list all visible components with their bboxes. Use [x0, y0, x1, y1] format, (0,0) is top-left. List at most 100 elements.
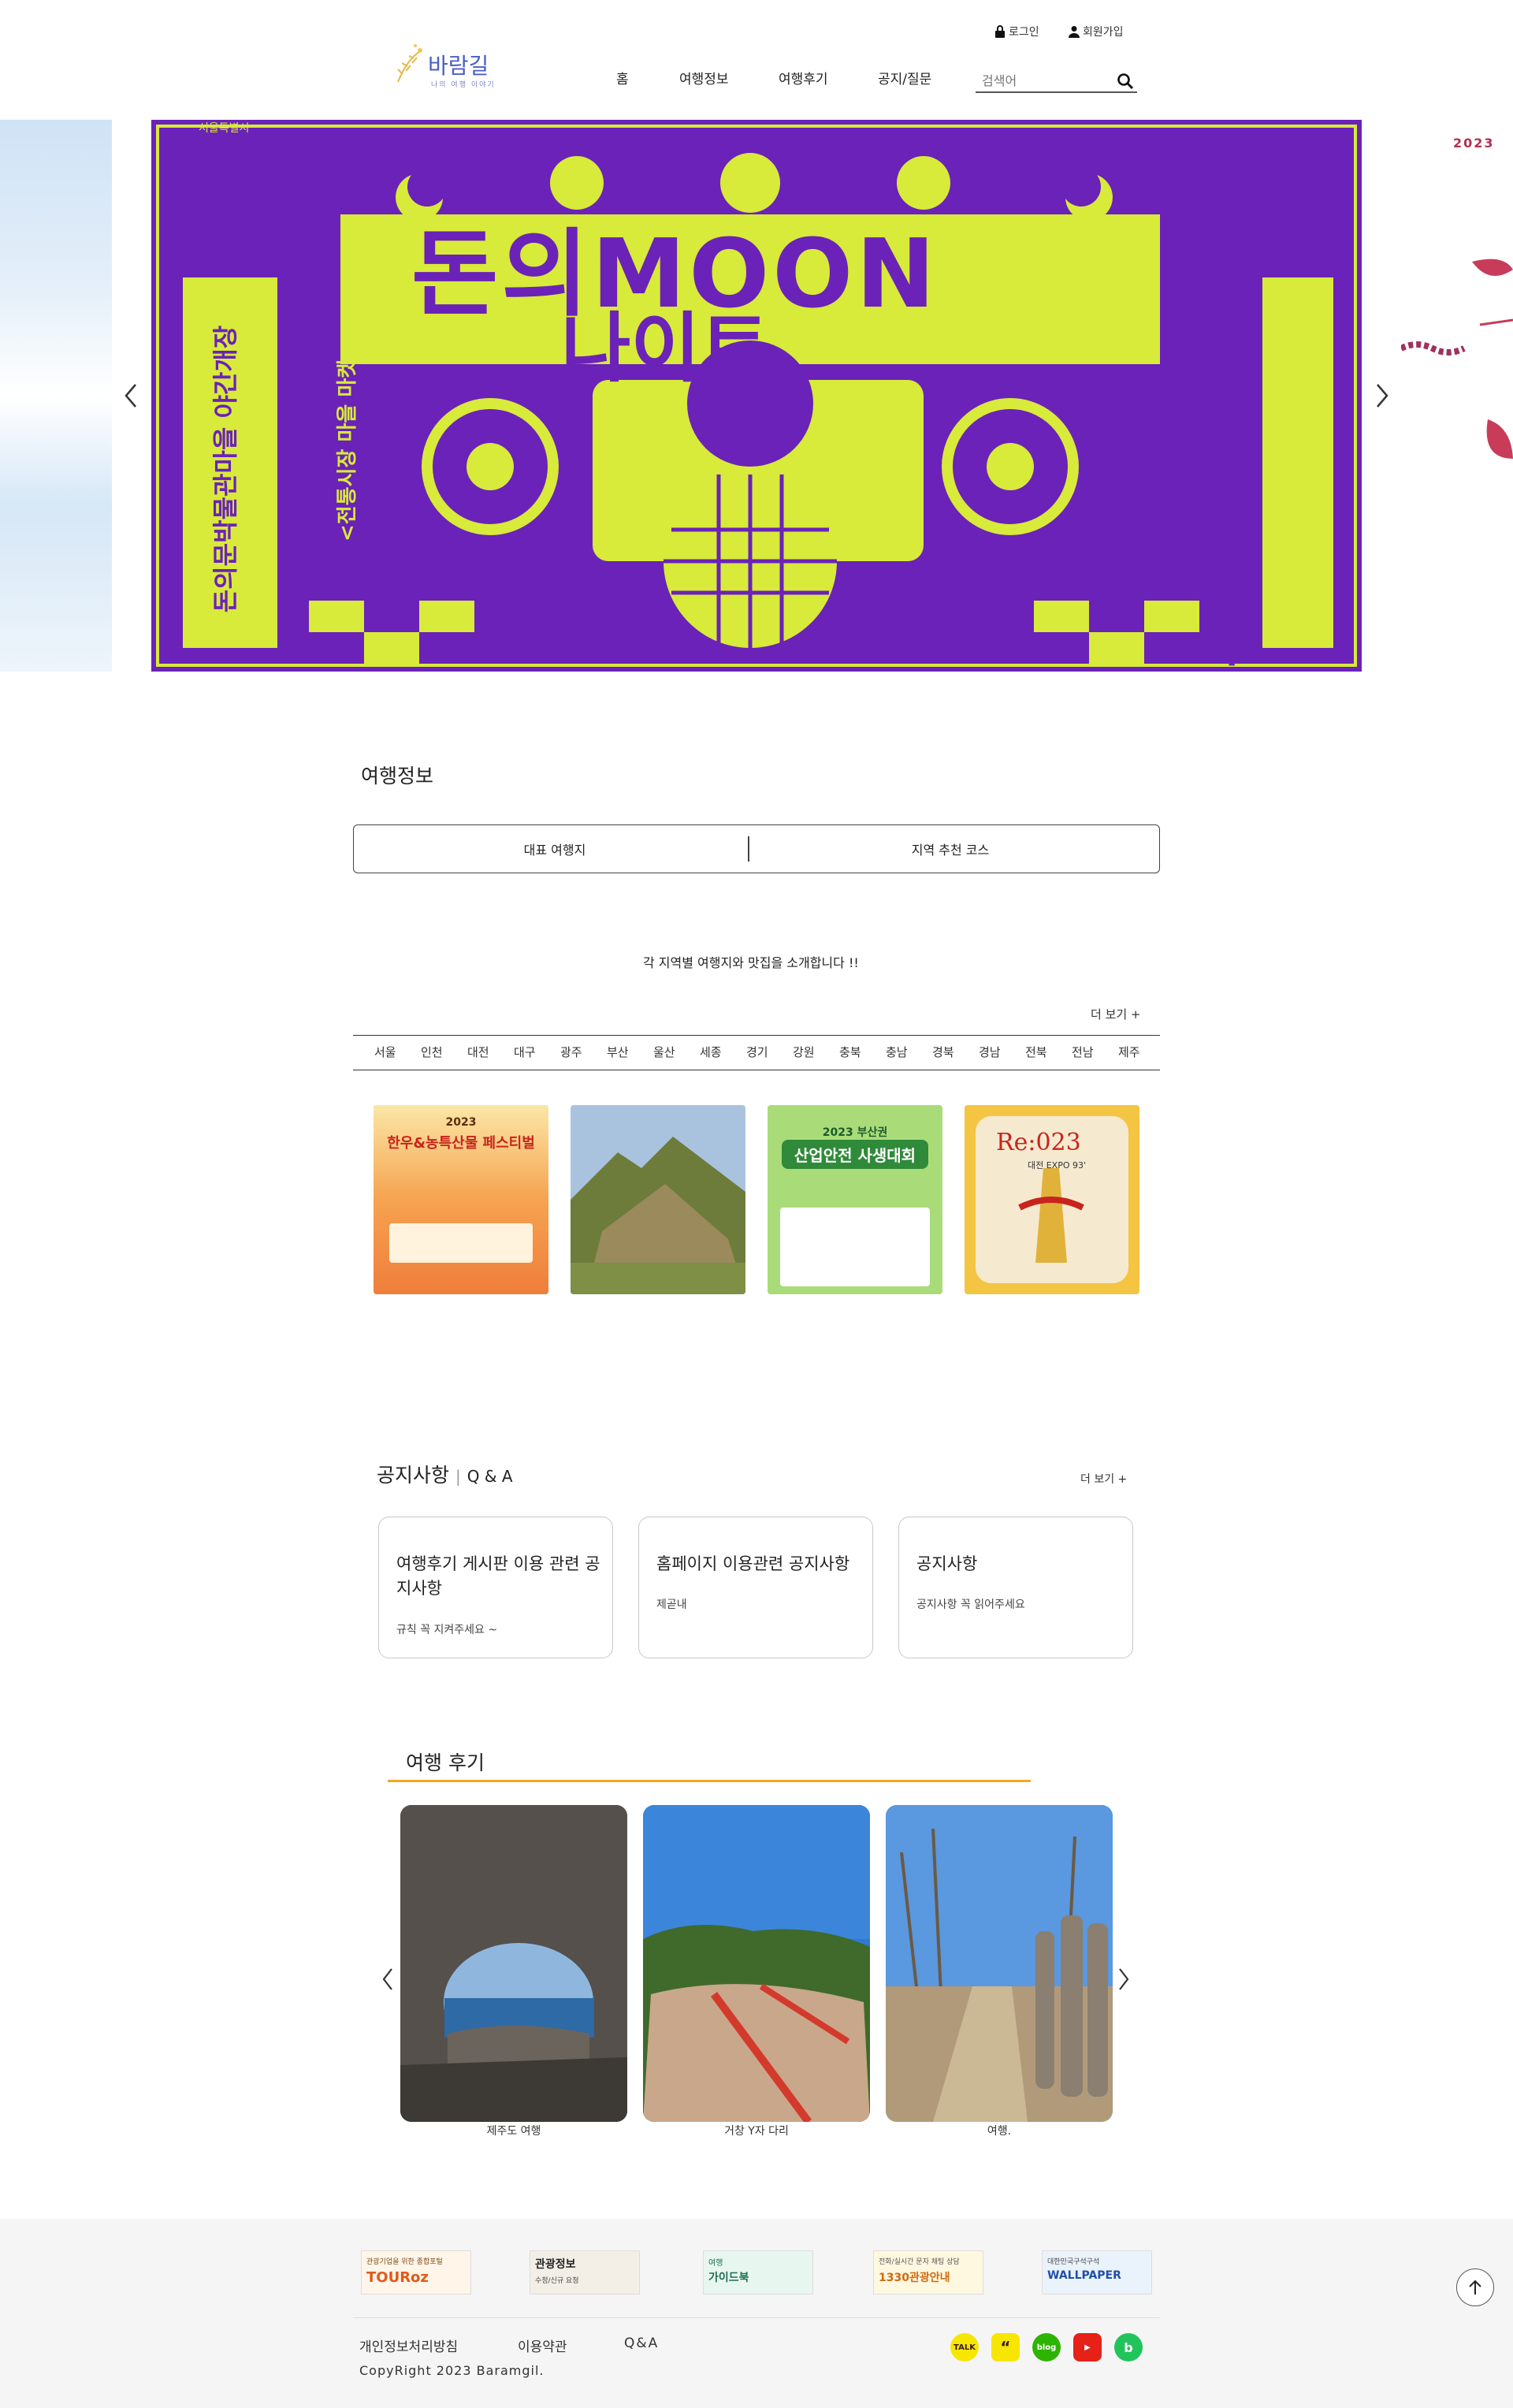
terms-link[interactable]: 이용약관 — [518, 2335, 567, 2355]
tab-featured-destinations[interactable]: 대표 여행지 — [354, 825, 756, 873]
banner-left-text: 돈의문박물관마을 야간개장 — [210, 325, 241, 613]
region-incheon[interactable]: 인천 — [421, 1044, 443, 1060]
site-footer: 관광기업을 위한 종합포털 TOURoz 관광정보 수정/신규 요청 여행 가이… — [0, 2219, 1513, 2408]
travel-info-more-link[interactable]: 더 보기 + — [1091, 1006, 1141, 1022]
banner-subtitle: <전통시장 마을 마켓> — [336, 341, 360, 542]
search-input[interactable] — [976, 71, 1110, 90]
review-1-photo — [400, 1805, 627, 2122]
destination-thumb-3[interactable]: 2023 부산권 산업안전 사생대회 — [768, 1105, 942, 1294]
destination-thumb-2[interactable] — [571, 1105, 745, 1294]
travel-info-intro: 각 지역별 여행지와 맛집을 소개합니다 !! — [643, 955, 859, 970]
notice-separator: | — [455, 1467, 461, 1486]
review-card-2[interactable] — [643, 1805, 870, 2122]
logo-text: 바람길 — [428, 53, 489, 79]
thumb-4-subtitle: 대전 EXPO 93' — [1028, 1160, 1087, 1171]
banner-slide[interactable]: 돈의MOON 나이트 2023.05.27.Sat. 18:00-22:00 돈… — [151, 120, 1362, 672]
notice-card-2[interactable]: 홈페이지 이용관련 공지사항 제곧내 — [638, 1517, 873, 1658]
site-header: 로그인 회원가입 바람길 나의 여행 이야기 홈 여행정보 여행후기 공지/질문 — [0, 0, 1513, 118]
region-gwangju[interactable]: 광주 — [560, 1044, 582, 1060]
footer-banner-tour-info-request[interactable]: 관광정보 수정/신규 요청 — [530, 2250, 640, 2294]
region-chungbuk[interactable]: 충북 — [839, 1044, 861, 1060]
review-card-3[interactable] — [886, 1805, 1113, 2122]
signup-link[interactable]: 회원가입 — [1069, 24, 1124, 39]
search-box — [976, 71, 1137, 93]
reviews-next-arrow-icon[interactable] — [1116, 1966, 1132, 1993]
footer-banner-touraz[interactable]: 관광기업을 위한 종합포털 TOURoz — [361, 2250, 471, 2294]
reviews-prev-arrow-icon[interactable] — [380, 1966, 396, 1993]
region-jeonbuk[interactable]: 전북 — [1025, 1044, 1047, 1060]
review-2-photo — [643, 1805, 870, 2122]
thumb-3-details — [780, 1208, 930, 1286]
notice-title[interactable]: 공지사항 — [377, 1460, 449, 1488]
region-daejeon[interactable]: 대전 — [467, 1044, 489, 1060]
notice-card-2-title: 홈페이지 이용관련 공지사항 — [656, 1554, 850, 1573]
nav-home[interactable]: 홈 — [616, 68, 629, 87]
review-2-caption: 거창 Y자 다리 — [724, 2125, 789, 2138]
banner-prev-arrow-icon[interactable] — [120, 380, 143, 411]
notice-card-1[interactable]: 여행후기 게시판 이용 관련 공지사항 규칙 꼭 지켜주세요 ~ — [378, 1517, 613, 1658]
next-slide-art — [1401, 259, 1513, 459]
footer-banner-3-line2: 가이드북 — [708, 2272, 749, 2284]
region-jeonnam[interactable]: 전남 — [1072, 1044, 1094, 1060]
footer-banner-4-line2: 1330관광안내 — [879, 2272, 950, 2284]
region-daegu[interactable]: 대구 — [514, 1044, 536, 1060]
destination-thumb-1[interactable]: 2023 한우&농특산물 페스티벌 — [374, 1105, 548, 1294]
youtube-label: ▶ — [1084, 2343, 1091, 2352]
band-label: b — [1124, 2339, 1133, 2355]
login-link[interactable]: 로그인 — [994, 24, 1039, 39]
scroll-to-top-button[interactable] — [1456, 2268, 1494, 2306]
thumb-1-year: 2023 — [445, 1116, 477, 1129]
banner-title-line2: 나이트 — [561, 304, 770, 393]
review-card-1[interactable] — [400, 1805, 627, 2122]
region-gyeonggi[interactable]: 경기 — [746, 1044, 768, 1060]
banner-next-arrow-icon[interactable] — [1370, 380, 1393, 411]
region-gangwon[interactable]: 강원 — [793, 1044, 815, 1060]
tab-featured-label: 대표 여행지 — [523, 843, 586, 858]
nav-travel-info[interactable]: 여행정보 — [679, 68, 729, 87]
privacy-policy-link[interactable]: 개인정보처리방침 — [359, 2335, 458, 2355]
footer-banner-1-line1: 관광기업을 위한 종합포털 — [366, 2258, 443, 2266]
band-icon[interactable]: b — [1114, 2333, 1143, 2361]
kakao-story-icon[interactable]: “ — [991, 2333, 1020, 2361]
region-gyeongbuk[interactable]: 경북 — [932, 1044, 954, 1060]
region-chungnam[interactable]: 충남 — [886, 1044, 908, 1060]
thumb-3-year: 2023 부산권 — [822, 1126, 888, 1139]
tab-regional-label: 지역 추천 코스 — [911, 843, 990, 858]
region-busan[interactable]: 부산 — [607, 1044, 629, 1060]
search-icon[interactable] — [1117, 73, 1134, 90]
travel-info-tabs: 대표 여행지 지역 추천 코스 — [353, 824, 1160, 873]
youtube-icon[interactable]: ▶ — [1073, 2333, 1102, 2361]
footer-banner-wallpaper[interactable]: 대한민국구석구석 WALLPAPER — [1042, 2250, 1152, 2294]
region-gyeongnam[interactable]: 경남 — [979, 1044, 1001, 1060]
notice-card-3-title: 공지사항 — [916, 1554, 978, 1573]
notice-card-1-title: 여행후기 게시판 이용 관련 공지사항 — [396, 1554, 600, 1598]
next-slide-label: 2023 — [1453, 136, 1495, 151]
site-logo[interactable]: 바람길 나의 여행 이야기 — [392, 35, 518, 98]
tab-regional-courses[interactable]: 지역 추천 코스 — [749, 825, 1151, 873]
nav-travel-review[interactable]: 여행후기 — [779, 68, 828, 87]
region-ulsan[interactable]: 울산 — [653, 1044, 675, 1060]
review-3-caption: 여행. — [987, 2125, 1012, 2138]
notice-more-link[interactable]: 더 보기 + — [1080, 1471, 1127, 1487]
nav-notice-qa[interactable]: 공지/질문 — [878, 68, 931, 87]
qa-title[interactable]: Q & A — [467, 1467, 513, 1486]
region-jeju[interactable]: 제주 — [1118, 1044, 1140, 1060]
notice-card-3[interactable]: 공지사항 공지사항 꼭 읽어주세요 — [898, 1517, 1133, 1658]
footer-qa-link[interactable]: Q&A — [624, 2335, 659, 2351]
notice-card-1-sub: 규칙 꼭 지켜주세요 ~ — [396, 1624, 498, 1636]
destination-thumb-4[interactable]: Re:023 대전 EXPO 93' — [965, 1105, 1139, 1294]
thumb-1-photos — [389, 1223, 533, 1263]
kakaotalk-icon[interactable]: TALK — [950, 2333, 979, 2361]
user-icon — [1069, 26, 1080, 38]
footer-banner-1330[interactable]: 전화/실시간 문자 채팅 상담 1330관광안내 — [873, 2250, 983, 2294]
lock-icon — [995, 25, 1005, 38]
footer-banner-guidebook[interactable]: 여행 가이드북 — [703, 2250, 813, 2294]
region-seoul[interactable]: 서울 — [374, 1044, 396, 1060]
footer-banner-1-line2: TOURoz — [366, 2269, 429, 2286]
kakaotalk-label: TALK — [954, 2343, 976, 2352]
naver-blog-icon[interactable]: blog — [1032, 2333, 1061, 2361]
region-sejong[interactable]: 세종 — [700, 1044, 722, 1060]
footer-banner-3-line1: 여행 — [708, 2259, 723, 2268]
thumb-3-title: 산업안전 사생대회 — [782, 1140, 928, 1169]
banner-prev-slide-peek — [0, 120, 112, 672]
